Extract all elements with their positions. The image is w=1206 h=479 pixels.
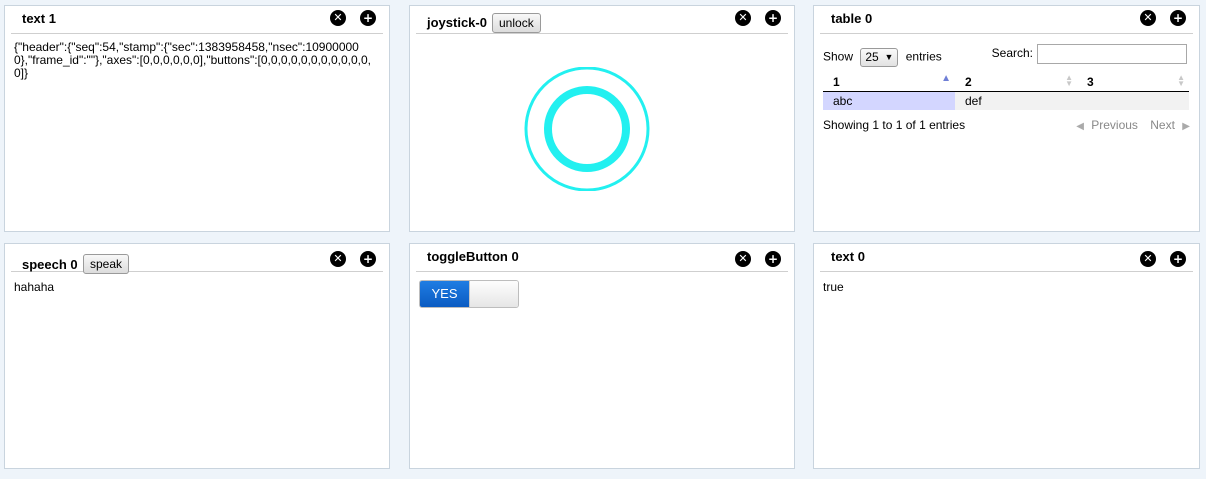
previous-arrow-icon[interactable]: ◀ (1076, 121, 1084, 132)
column-header-label: 1 (833, 75, 840, 89)
add-icon[interactable]: + (360, 10, 376, 26)
close-icon[interactable]: ✕ (1140, 251, 1156, 267)
close-icon[interactable]: ✕ (735, 251, 751, 267)
panel-title: toggleButton 0 (427, 249, 519, 264)
data-table: 1 ▲ 2 ▲ ▼ 3 ▲ ▼ abc def (823, 73, 1189, 110)
next-button[interactable]: Next (1150, 118, 1175, 132)
panel-title: table 0 (831, 11, 873, 26)
column-header-2[interactable]: 2 ▲ ▼ (955, 73, 1077, 92)
toggle-switch[interactable]: YES (419, 280, 519, 308)
panel-speech: speech 0 speak ✕ + hahaha (4, 243, 390, 469)
entries-select-value: 25 (865, 50, 879, 64)
table-cell: abc (823, 91, 955, 110)
text-content: {"header":{"seq":54,"stamp":{"sec":13839… (14, 40, 371, 80)
add-icon[interactable]: + (1170, 251, 1186, 267)
search-input[interactable] (1037, 44, 1187, 64)
panel-joystick: joystick-0 unlock ✕ + (409, 5, 795, 232)
close-icon[interactable]: ✕ (330, 10, 346, 26)
add-icon[interactable]: + (1170, 10, 1186, 26)
column-header-1[interactable]: 1 ▲ (823, 73, 955, 92)
panel-text-0: text 0 ✕ + true (813, 243, 1200, 469)
panel-text-1: text 1 ✕ + {"header":{"seq":54,"stamp":{… (4, 5, 390, 232)
add-icon[interactable]: + (765, 10, 781, 26)
search-label: Search: (991, 46, 1033, 61)
search-control: Search: (992, 44, 1187, 64)
column-header-label: 3 (1087, 75, 1094, 89)
close-icon[interactable]: ✕ (1140, 10, 1156, 26)
unlock-button[interactable]: unlock (492, 13, 541, 33)
sort-both-icon: ▲ ▼ (1177, 73, 1185, 88)
close-icon[interactable]: ✕ (330, 251, 346, 267)
panel-title: joystick-0 (427, 15, 487, 30)
panel-header[interactable]: joystick-0 unlock ✕ + (416, 6, 788, 34)
add-icon[interactable]: + (765, 251, 781, 267)
panel-header[interactable]: table 0 ✕ + (820, 6, 1193, 34)
column-header-label: 2 (965, 75, 972, 89)
panel-title: text 0 (831, 249, 865, 264)
table-cell (1077, 91, 1189, 110)
close-icon[interactable]: ✕ (735, 10, 751, 26)
panel-toggle-button: toggleButton 0 ✕ + YES (409, 243, 795, 469)
add-icon[interactable]: + (360, 251, 376, 267)
table-cell: def (955, 91, 1077, 110)
sort-ascending-icon: ▲ (941, 73, 951, 84)
panel-table: table 0 ✕ + Show 25 ▼ entries Search: 1 ▲ … (813, 5, 1200, 232)
panel-header[interactable]: speech 0 speak ✕ + (11, 244, 383, 274)
entries-label: entries (905, 49, 942, 64)
speech-text: hahaha (14, 280, 55, 294)
panel-title: speech 0 (22, 257, 78, 272)
text-content: true (823, 280, 844, 294)
speak-button[interactable]: speak (83, 254, 130, 274)
panel-header[interactable]: text 1 ✕ + (11, 6, 383, 34)
show-label: Show (823, 49, 854, 64)
pagination: ◀ Previous Next ▶ (1072, 118, 1190, 132)
column-header-3[interactable]: 3 ▲ ▼ (1077, 73, 1189, 92)
next-arrow-icon[interactable]: ▶ (1182, 121, 1190, 132)
toggle-on-label: YES (420, 281, 469, 307)
table-row[interactable]: abc def (823, 91, 1189, 110)
joystick-pad[interactable] (522, 67, 652, 191)
toggle-knob[interactable] (469, 281, 518, 307)
chevron-down-icon: ▼ (884, 52, 894, 62)
panel-header[interactable]: text 0 ✕ + (820, 244, 1193, 272)
previous-button[interactable]: Previous (1091, 118, 1138, 132)
entries-length-control: Show 25 ▼ entries (823, 48, 942, 67)
joystick-knob[interactable] (544, 86, 630, 172)
sort-both-icon: ▲ ▼ (1065, 73, 1073, 88)
panel-header[interactable]: toggleButton 0 ✕ + (416, 244, 788, 272)
panel-title: text 1 (22, 11, 56, 26)
entries-select[interactable]: 25 ▼ (860, 48, 899, 67)
table-info: Showing 1 to 1 of 1 entries (823, 118, 966, 132)
